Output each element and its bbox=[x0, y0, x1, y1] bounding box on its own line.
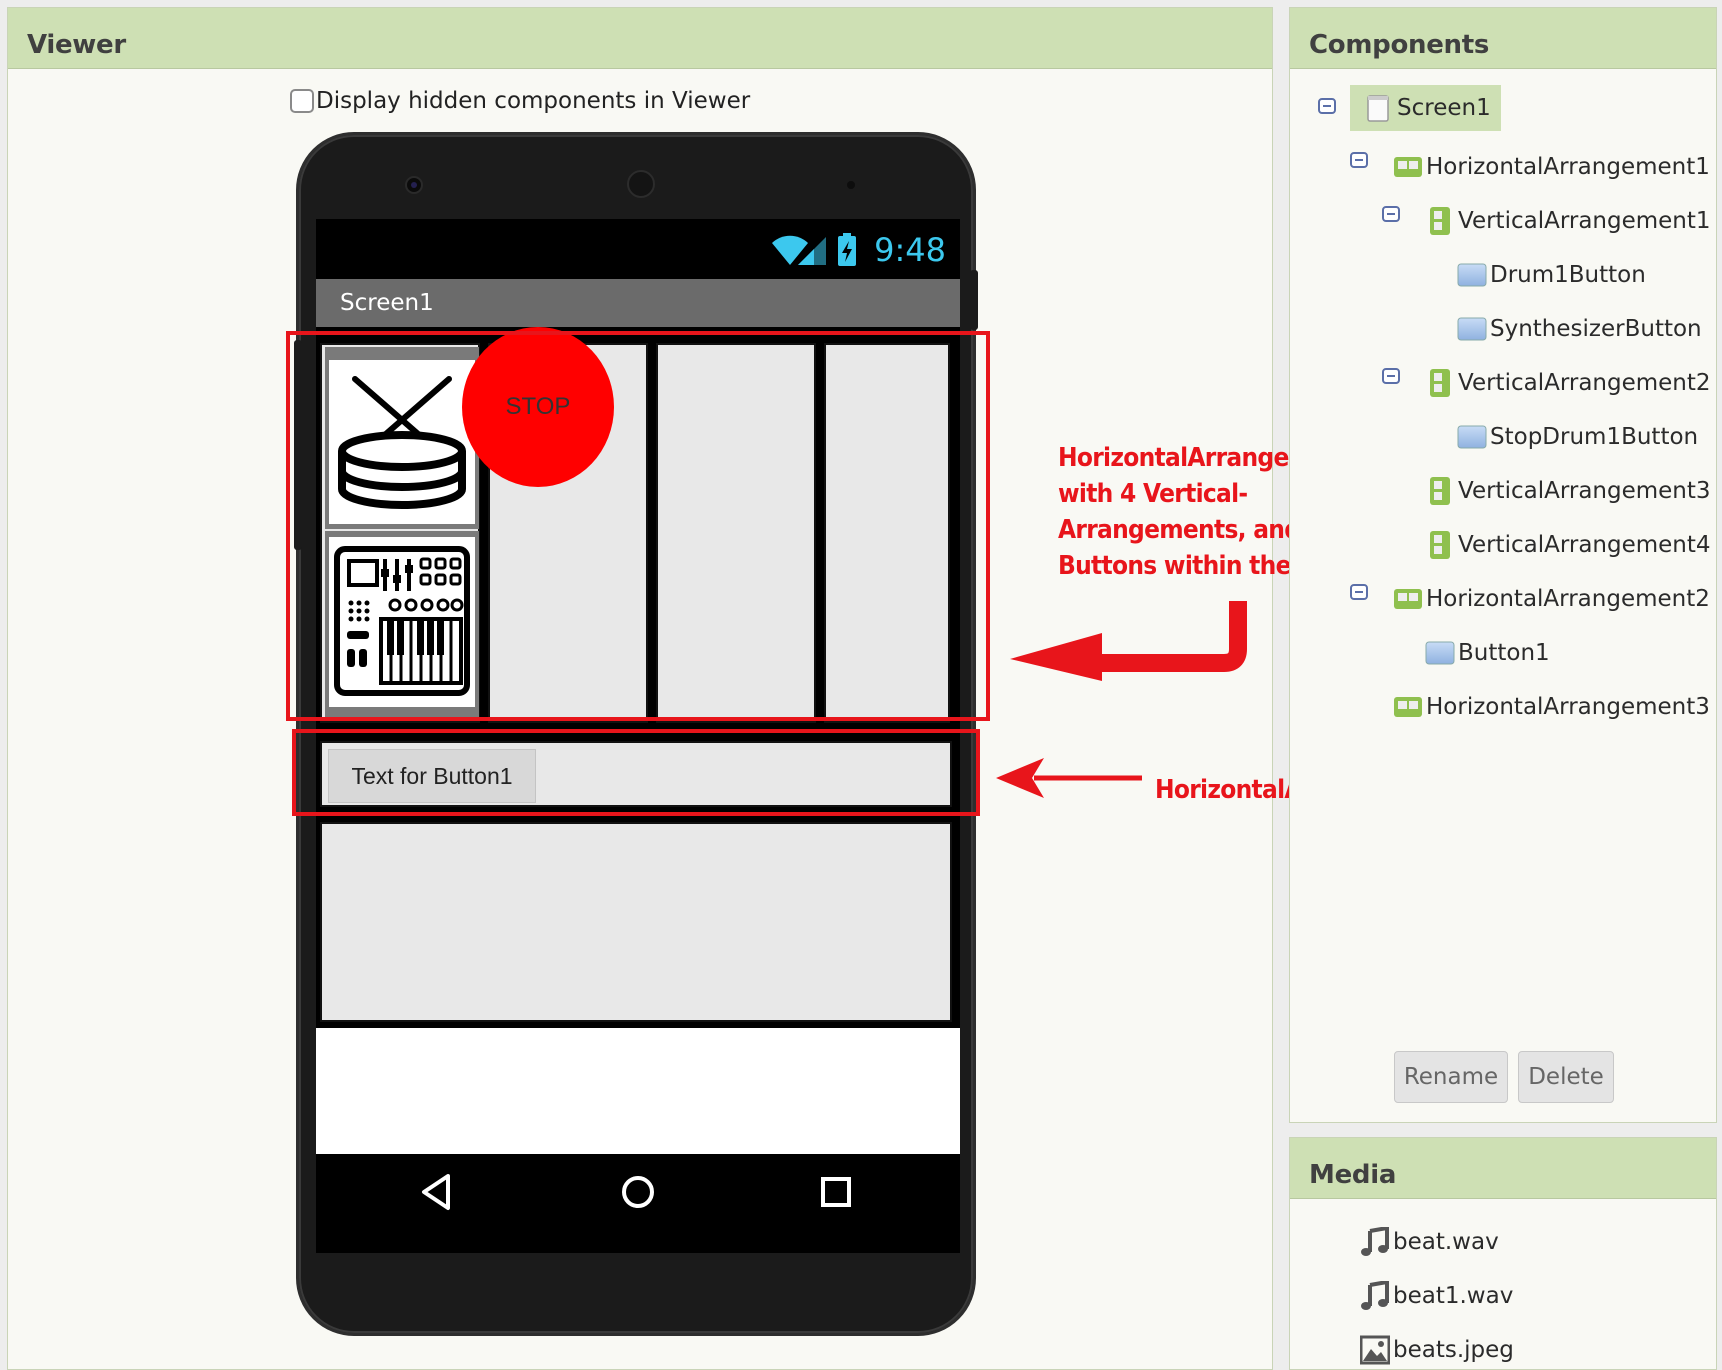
media-title: Media bbox=[1290, 1138, 1716, 1199]
collapse-horizontal-arrangement1-icon[interactable] bbox=[1350, 152, 1368, 168]
screen-title-bar: Screen1 bbox=[316, 279, 960, 327]
button-icon bbox=[1457, 317, 1487, 341]
media-item-beat1-wav[interactable]: beat1.wav bbox=[1360, 1276, 1513, 1316]
collapse-horizontal-arrangement2-icon[interactable] bbox=[1350, 584, 1368, 600]
status-icons bbox=[772, 233, 856, 266]
tree-item-button1[interactable]: Button1 bbox=[1425, 630, 1550, 676]
display-hidden-label: Display hidden components in Viewer bbox=[316, 88, 751, 114]
vertical-arrangement-icon bbox=[1430, 369, 1450, 397]
annotation-arrow-top bbox=[1010, 601, 1247, 681]
components-title: Components bbox=[1290, 8, 1716, 69]
tree-item-screen1[interactable]: Screen1 bbox=[1350, 85, 1501, 131]
battery-icon bbox=[838, 233, 856, 266]
tree-item-vertical-arrangement1[interactable]: VerticalArrangement1 bbox=[1425, 198, 1711, 244]
tree-item-synthesizerbutton[interactable]: SynthesizerButton bbox=[1457, 306, 1702, 352]
collapse-vertical-arrangement1-icon[interactable] bbox=[1382, 206, 1400, 222]
display-hidden-toggle[interactable]: Display hidden components in Viewer bbox=[290, 88, 750, 114]
recents-icon bbox=[821, 1177, 851, 1207]
horizontal-arrangement-icon bbox=[1394, 589, 1422, 609]
vertical-arrangement-icon bbox=[1430, 531, 1450, 559]
annotation-arrow-bottom bbox=[996, 758, 1142, 798]
display-hidden-checkbox[interactable] bbox=[290, 89, 314, 113]
audio-file-icon bbox=[1361, 1281, 1389, 1310]
button-icon bbox=[1457, 425, 1487, 449]
phone-power-button bbox=[970, 270, 978, 330]
screen-icon bbox=[1367, 95, 1389, 122]
tree-item-vertical-arrangement4[interactable]: VerticalArrangement4 bbox=[1425, 522, 1711, 568]
annotation-box-horizontal-2 bbox=[292, 729, 980, 816]
status-bar: 9:48 bbox=[316, 219, 960, 279]
tree-item-horizontal-arrangement2[interactable]: HorizontalArrangement2 bbox=[1393, 576, 1710, 622]
media-item-beats-jpeg[interactable]: beats.jpeg bbox=[1360, 1330, 1514, 1370]
image-file-icon bbox=[1360, 1335, 1390, 1365]
status-time: 9:48 bbox=[874, 231, 946, 269]
audio-file-icon bbox=[1361, 1227, 1389, 1256]
vertical-arrangement-icon bbox=[1430, 477, 1450, 505]
tree-item-stopdrum1button[interactable]: StopDrum1Button bbox=[1457, 414, 1698, 460]
tree-item-drum1button[interactable]: Drum1Button bbox=[1457, 252, 1646, 298]
home-icon bbox=[622, 1176, 654, 1208]
media-panel: Media beat.wav beat1.wav beats.jpeg bbox=[1289, 1137, 1717, 1370]
delete-button[interactable]: Delete bbox=[1518, 1051, 1614, 1103]
rename-button[interactable]: Rename bbox=[1394, 1051, 1508, 1103]
button-icon bbox=[1425, 641, 1455, 665]
back-icon bbox=[422, 1174, 450, 1210]
annotation-box-horizontal-1 bbox=[286, 331, 990, 721]
screen-empty-area bbox=[316, 1028, 960, 1154]
button-icon bbox=[1457, 263, 1487, 287]
viewer-title: Viewer bbox=[8, 8, 1272, 69]
phone-top-sensors bbox=[405, 170, 855, 198]
horizontal-arrangement-icon bbox=[1394, 697, 1422, 717]
tree-item-vertical-arrangement2[interactable]: VerticalArrangement2 bbox=[1425, 360, 1711, 406]
tree-item-vertical-arrangement3[interactable]: VerticalArrangement3 bbox=[1425, 468, 1711, 514]
horizontal-arrangement-3[interactable] bbox=[320, 822, 952, 1022]
horizontal-arrangement-icon bbox=[1394, 157, 1422, 177]
tree-item-horizontal-arrangement3[interactable]: HorizontalArrangement3 bbox=[1393, 684, 1710, 730]
collapse-screen1-icon[interactable] bbox=[1318, 98, 1336, 114]
tree-item-horizontal-arrangement1[interactable]: HorizontalArrangement1 bbox=[1393, 144, 1710, 190]
vertical-arrangement-icon bbox=[1430, 207, 1450, 235]
collapse-vertical-arrangement2-icon[interactable] bbox=[1382, 368, 1400, 384]
nav-bar bbox=[316, 1154, 960, 1253]
media-item-beat-wav[interactable]: beat.wav bbox=[1360, 1222, 1499, 1262]
